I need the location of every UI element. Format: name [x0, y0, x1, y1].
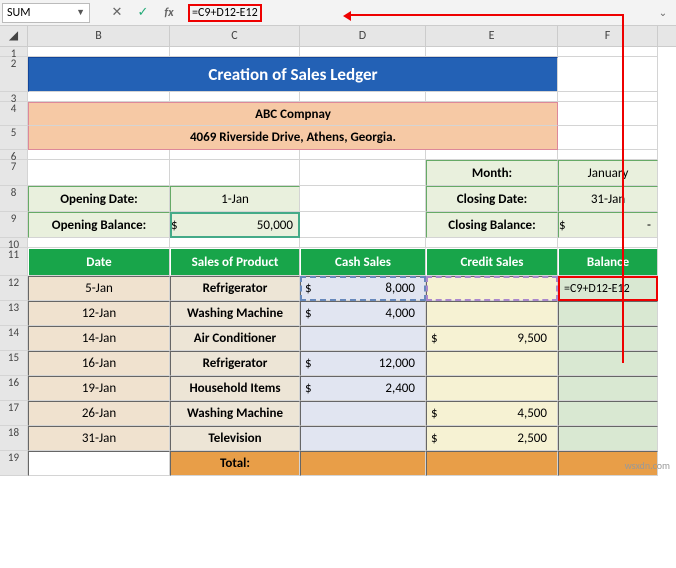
row-header[interactable]: 19: [0, 451, 28, 476]
column-headers: ◢ B C D E F: [0, 26, 676, 47]
cell-balance[interactable]: [558, 326, 658, 351]
opening-date-value[interactable]: 1-Jan: [170, 186, 300, 212]
cell-balance[interactable]: [558, 351, 658, 376]
row-header[interactable]: 10: [0, 238, 28, 248]
cell-date[interactable]: 12-Jan: [28, 301, 170, 326]
row-header[interactable]: 2: [0, 57, 28, 92]
watermark: wsxdn.com: [625, 459, 670, 472]
cell-credit[interactable]: [426, 376, 558, 401]
col-header[interactable]: B: [28, 26, 170, 46]
row-header[interactable]: 18: [0, 426, 28, 451]
cell-date[interactable]: 19-Jan: [28, 376, 170, 401]
cell-credit[interactable]: $2,500: [426, 426, 558, 451]
chevron-down-icon[interactable]: ▼: [76, 7, 85, 18]
cell-cash[interactable]: [300, 426, 426, 451]
cell-date[interactable]: 14-Jan: [28, 326, 170, 351]
cell-balance[interactable]: [558, 426, 658, 451]
row-header[interactable]: 3: [0, 92, 28, 102]
row-header[interactable]: 7: [0, 160, 28, 186]
row-header[interactable]: 1: [0, 47, 28, 57]
col-header[interactable]: C: [170, 26, 300, 46]
col-date-header: Date: [28, 248, 170, 276]
row-header[interactable]: 17: [0, 401, 28, 426]
row-header[interactable]: 5: [0, 126, 28, 150]
cell-credit[interactable]: [426, 301, 558, 326]
spreadsheet: ◢ B C D E F 1 2 Creation of Sales Ledger…: [0, 26, 676, 476]
row-header[interactable]: 15: [0, 351, 28, 376]
cell-cash[interactable]: $4,000: [300, 301, 426, 326]
annotation-arrow: [346, 14, 623, 16]
cell-cash[interactable]: $2,400: [300, 376, 426, 401]
row-header[interactable]: 14: [0, 326, 28, 351]
row-header[interactable]: 12: [0, 276, 28, 301]
row-header[interactable]: 4: [0, 102, 28, 126]
cell-date[interactable]: 26-Jan: [28, 401, 170, 426]
annotation-arrow-vertical: [622, 14, 624, 363]
cell-product[interactable]: Air Conditioner: [170, 326, 300, 351]
cell-product[interactable]: Refrigerator: [170, 276, 300, 301]
name-box-value: SUM: [7, 6, 76, 20]
cell-date[interactable]: 31-Jan: [28, 426, 170, 451]
col-credit-header: Credit Sales: [426, 248, 558, 276]
company-name: ABC Compnay: [28, 102, 558, 126]
formula-text: =C9+D12-E12: [188, 4, 262, 22]
cell-credit[interactable]: [426, 276, 558, 301]
cell-cash[interactable]: $8,000: [300, 276, 426, 301]
fx-icon[interactable]: fx: [158, 3, 180, 23]
total-cash[interactable]: [300, 451, 426, 476]
cell-date[interactable]: 5-Jan: [28, 276, 170, 301]
page-title: Creation of Sales Ledger: [28, 57, 558, 92]
cell-product[interactable]: Television: [170, 426, 300, 451]
expand-icon[interactable]: ⌄: [652, 3, 674, 23]
cell-credit[interactable]: [426, 351, 558, 376]
row-header[interactable]: 9: [0, 212, 28, 238]
enter-icon[interactable]: ✓: [132, 3, 154, 23]
month-label: Month:: [426, 160, 558, 186]
col-header[interactable]: E: [426, 26, 558, 46]
row-header[interactable]: 13: [0, 301, 28, 326]
cell-balance[interactable]: =C9+D12-E12: [558, 276, 658, 301]
month-value[interactable]: January: [558, 160, 658, 186]
cell-balance[interactable]: [558, 301, 658, 326]
cell-product[interactable]: Washing Machine: [170, 401, 300, 426]
col-header[interactable]: F: [558, 26, 658, 46]
col-cash-header: Cash Sales: [300, 248, 426, 276]
formula-bar: SUM ▼ ✕ ✓ fx =C9+D12-E12 ⌄: [0, 0, 676, 26]
cell-date[interactable]: 16-Jan: [28, 351, 170, 376]
col-header[interactable]: D: [300, 26, 426, 46]
name-box[interactable]: SUM ▼: [2, 3, 90, 23]
cell[interactable]: [28, 451, 170, 476]
company-address: 4069 Riverside Drive, Athens, Georgia.: [28, 126, 558, 150]
opening-balance-label: Opening Balance:: [28, 212, 170, 238]
cell-product[interactable]: Household Items: [170, 376, 300, 401]
closing-balance-value[interactable]: $-: [558, 212, 658, 238]
closing-date-label: Closing Date:: [426, 186, 558, 212]
cell-credit[interactable]: $4,500: [426, 401, 558, 426]
cell-cash[interactable]: $12,000: [300, 351, 426, 376]
select-all-cell[interactable]: ◢: [0, 26, 28, 46]
closing-date-value[interactable]: 31-Jan: [558, 186, 658, 212]
cell-product[interactable]: Washing Machine: [170, 301, 300, 326]
total-label: Total:: [170, 451, 300, 476]
closing-balance-label: Closing Balance:: [426, 212, 558, 238]
cell-cash[interactable]: [300, 401, 426, 426]
cancel-icon[interactable]: ✕: [106, 3, 128, 23]
col-balance-header: Balance: [558, 248, 658, 276]
total-credit[interactable]: [426, 451, 558, 476]
cell-balance[interactable]: [558, 376, 658, 401]
opening-date-label: Opening Date:: [28, 186, 170, 212]
cell-credit[interactable]: $9,500: [426, 326, 558, 351]
row-header[interactable]: 11: [0, 248, 28, 276]
formula-input[interactable]: =C9+D12-E12: [184, 3, 266, 23]
cell-product[interactable]: Refrigerator: [170, 351, 300, 376]
row-header[interactable]: 8: [0, 186, 28, 212]
opening-balance-value[interactable]: $50,000: [170, 212, 300, 238]
cell-balance[interactable]: [558, 401, 658, 426]
col-product-header: Sales of Product: [170, 248, 300, 276]
row-header[interactable]: 16: [0, 376, 28, 401]
cell-cash[interactable]: [300, 326, 426, 351]
row-header[interactable]: 6: [0, 150, 28, 160]
